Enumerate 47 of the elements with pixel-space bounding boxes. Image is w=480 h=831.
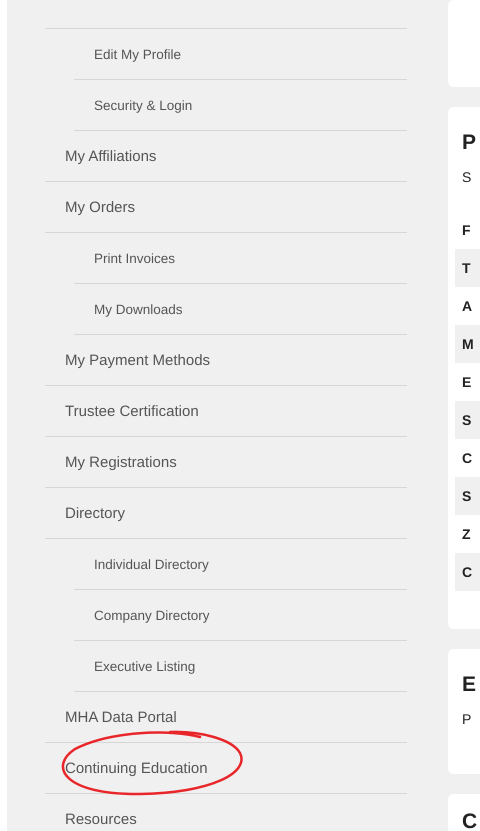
sidebar-link[interactable]: My Payment Methods (45, 335, 407, 386)
sidebar-link[interactable]: Company Directory (74, 590, 407, 641)
sidebar-link-label: Print Invoices (94, 250, 176, 266)
row-label: S (462, 488, 472, 504)
sidebar-link-label: Trustee Certification (65, 402, 199, 420)
sidebar-link-label: My Registrations (65, 454, 177, 470)
row-label: T (462, 260, 471, 276)
sidebar-link-label: Continuing Education (65, 760, 208, 776)
sidebar-link-label: Edit My Profile (94, 46, 182, 62)
sidebar-link-label: Individual Directory (94, 556, 209, 572)
card-subtitle: S (462, 169, 472, 185)
sidebar-link[interactable]: My Orders (45, 182, 407, 233)
sidebar-link-label: My Orders (65, 198, 136, 216)
card-heading: E (462, 673, 478, 697)
sidebar-link[interactable]: My Downloads (74, 284, 407, 335)
row-label: A (462, 298, 472, 314)
card-text: P (462, 711, 472, 727)
sidebar-link-label: Directory (65, 504, 126, 522)
sidebar-link-label: My Affiliations (65, 148, 156, 164)
sidebar-link[interactable]: Print Invoices (74, 233, 407, 284)
card-heading: P (462, 131, 478, 155)
sidebar-link[interactable]: Resources (45, 794, 407, 831)
sidebar-link[interactable]: Executive Listing (74, 641, 407, 692)
card-heading: C (462, 810, 478, 831)
sidebar-link[interactable]: MHA Data Portal (45, 692, 407, 743)
row-label: C (462, 450, 472, 466)
row-label: Z (462, 526, 471, 542)
sidebar-link[interactable]: Directory (45, 488, 407, 539)
sidebar-link-label: My Payment Methods (65, 352, 210, 368)
sidebar-link[interactable]: Security & Login (74, 80, 407, 131)
sidebar-link[interactable]: Edit My Profile (74, 29, 407, 80)
sidebar-link[interactable]: My Affiliations (45, 131, 407, 182)
row-label: E (462, 374, 472, 390)
sidebar-link[interactable]: Individual Directory (74, 539, 407, 590)
sidebar-link-label: My Downloads (94, 302, 183, 316)
sidebar-link-label: Security & Login (94, 98, 192, 112)
sidebar-link-label: MHA Data Portal (65, 708, 177, 726)
sidebar-link[interactable]: Trustee Certification (45, 386, 407, 437)
sidebar-link-label: Resources (65, 810, 137, 828)
sidebar-link-label: Executive Listing (94, 658, 196, 674)
sidebar-link[interactable]: My Registrations (45, 437, 407, 488)
row-label: C (462, 564, 472, 580)
sidebar-link-label: Company Directory (94, 608, 210, 622)
row-label: F (462, 222, 471, 238)
row-label: M (462, 336, 474, 352)
sidebar-link[interactable]: Continuing Education (45, 743, 407, 794)
row-label: S (462, 412, 472, 428)
